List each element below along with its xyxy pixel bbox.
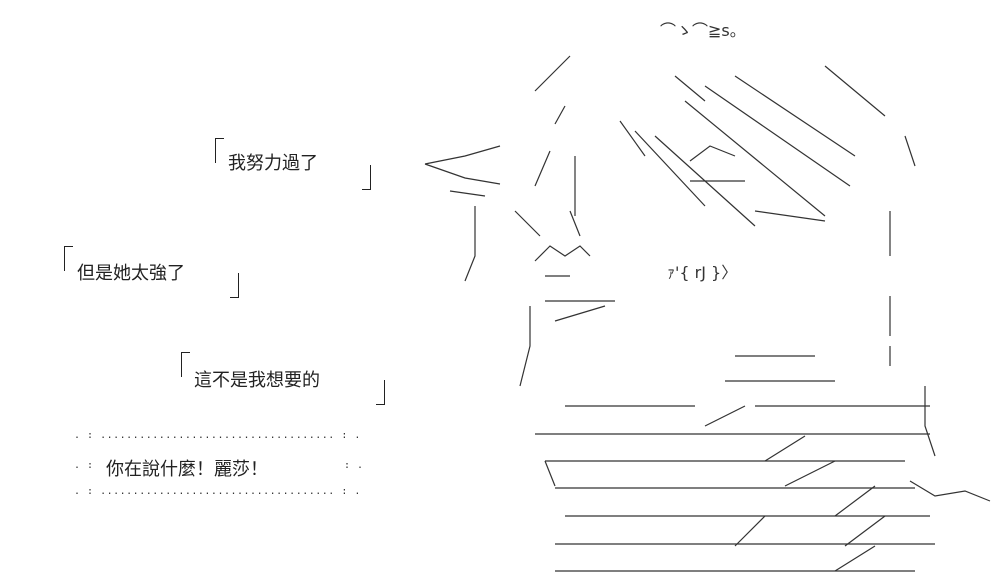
right-frame [889, 135, 916, 366]
left-hand [424, 145, 501, 197]
speech-text: 這不是我想要的 [194, 370, 320, 391]
face-outline [534, 245, 615, 322]
speech-text: 我努力過了 [228, 153, 318, 174]
speech-text: 但是她太強了 [77, 263, 185, 284]
shout-text: 你在說什麼！麗莎！ [106, 459, 268, 480]
dress-sides [519, 306, 936, 487]
face-detail: ｧ'{ rJ }〉 [667, 263, 737, 282]
dotted-border-top: . : ....................................… [74, 430, 361, 441]
eye-right [689, 145, 826, 222]
dress-tail [909, 480, 991, 502]
roof-right [674, 65, 886, 157]
sigh-mark: ⌒ゝ⌒≧s。 [660, 21, 746, 40]
ascii-art-illustration: ⌒ゝ⌒≧s。 ｧ'{ rJ }〉 [424, 21, 991, 572]
roof-left [534, 55, 571, 187]
left-body [464, 156, 581, 282]
dotted-border-bottom: . : ....................................… [74, 486, 361, 497]
shout-marks-right: : . [344, 460, 364, 471]
shout-marks-left: . : [74, 460, 94, 471]
dress-stripes [535, 355, 935, 572]
